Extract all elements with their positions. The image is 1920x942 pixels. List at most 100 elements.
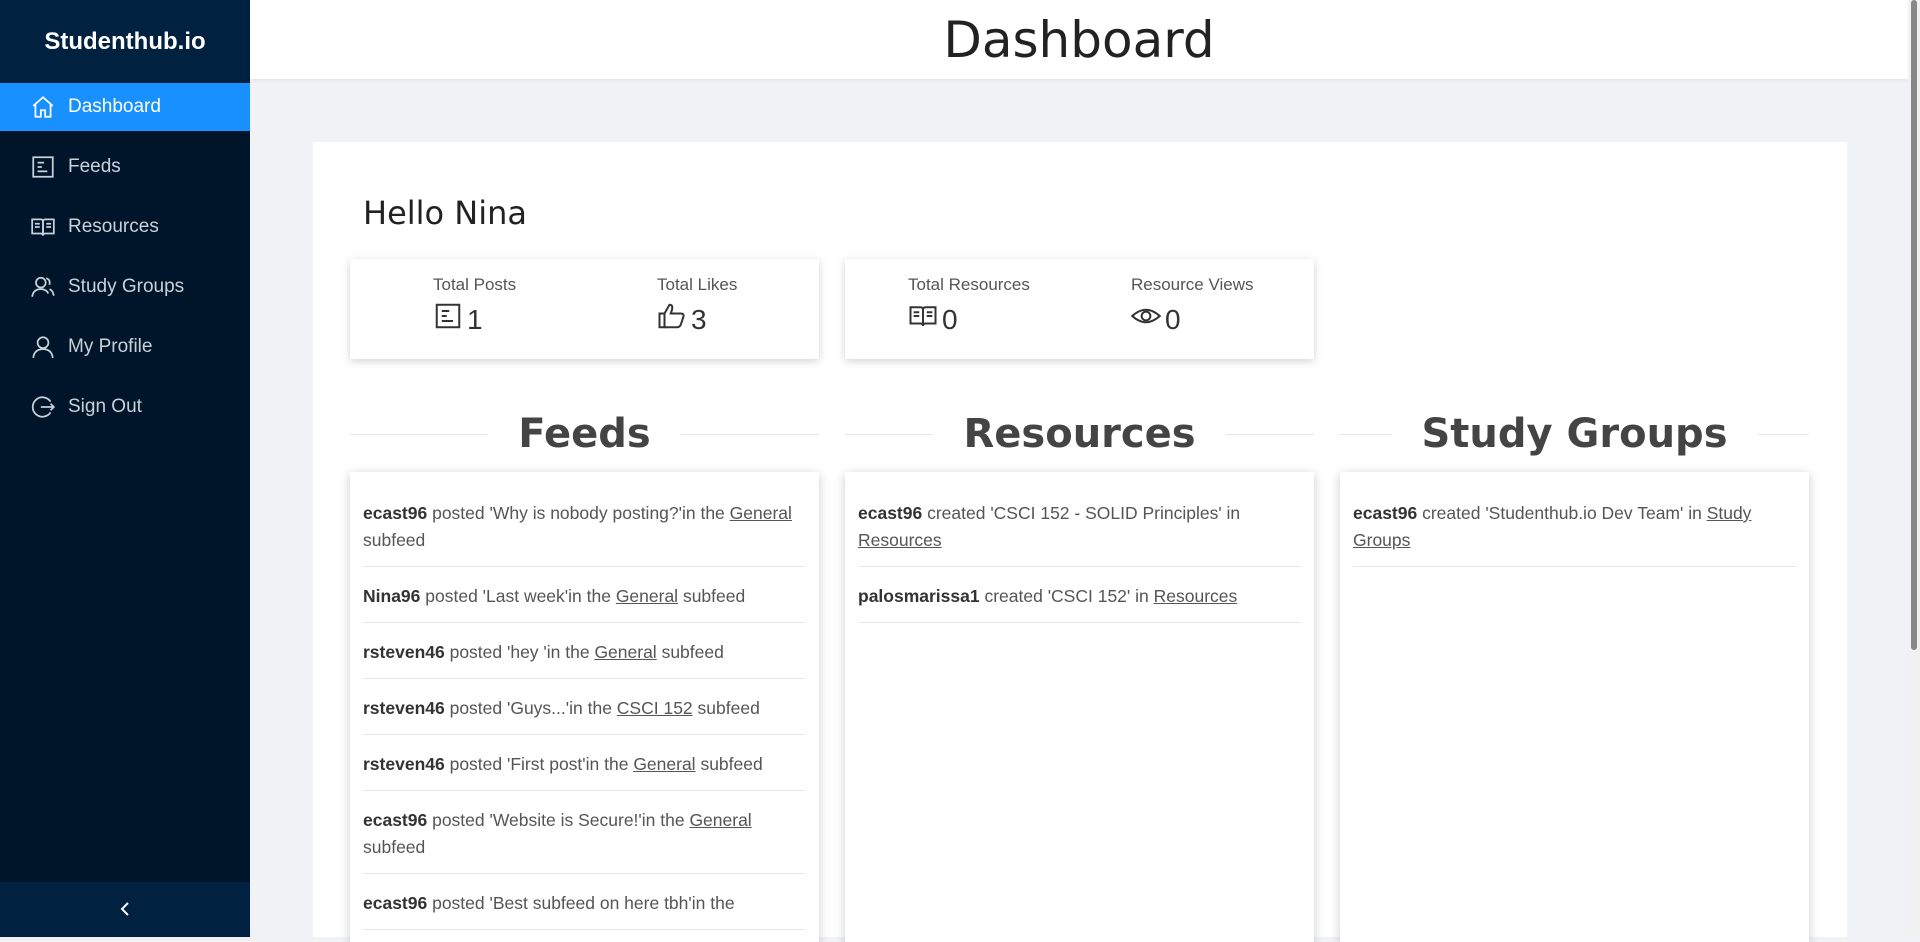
- list-item-text: posted 'hey 'in the: [444, 642, 595, 662]
- list-item-user: rsteven46: [363, 754, 445, 774]
- list-item: ecast96 posted 'Best subfeed on here tbh…: [363, 874, 806, 930]
- total-likes-label: Total Likes: [657, 275, 738, 294]
- list-item: palosmarissa1 created 'CSCI 152' in Reso…: [858, 567, 1301, 623]
- list-item: rsteven46 posted 'hey 'in the General su…: [363, 623, 806, 679]
- sidebar-item-resources[interactable]: Resources: [0, 203, 250, 251]
- resource-views-stat: Resource Views 0: [1130, 275, 1254, 338]
- list-item-link[interactable]: Resources: [1154, 586, 1238, 606]
- list-item: Nina96 posted 'Last week'in the General …: [363, 567, 806, 623]
- study-groups-section-title: Study Groups: [1340, 404, 1809, 464]
- dashboard-content: Hello Nina Total Posts 1 Total Likes 3 T…: [313, 142, 1847, 942]
- home-icon: [30, 94, 56, 120]
- sidebar-collapse-button[interactable]: [0, 882, 250, 937]
- resource-stats-card: Total Resources 0 Resource Views 0: [845, 259, 1314, 359]
- list-item-link[interactable]: Resources: [858, 530, 942, 550]
- total-likes-stat: Total Likes 3: [657, 275, 737, 338]
- greeting: Hello Nina: [363, 194, 527, 232]
- sidebar-item-label: Resources: [68, 216, 159, 237]
- sidebar-item-label: Study Groups: [68, 276, 185, 297]
- book-icon: [908, 301, 942, 338]
- list-item-user: ecast96: [1353, 503, 1418, 523]
- user-icon: [30, 334, 56, 360]
- total-posts-stat: Total Posts 1: [433, 275, 516, 338]
- list-item-suffix: subfeed: [695, 754, 763, 774]
- book-icon: [30, 214, 56, 240]
- list-item-text: created 'CSCI 152' in: [979, 586, 1154, 606]
- sidebar: Studenthub.io Dashboard Feeds Resources …: [0, 0, 250, 937]
- sidebar-menu: Dashboard Feeds Resources Study Groups M…: [0, 83, 250, 431]
- list-item: ecast96 posted 'Why is nobody posting?'i…: [363, 484, 806, 567]
- list-item-text: posted 'Best subfeed on here tbh'in the: [427, 893, 735, 913]
- list-item-user: palosmarissa1: [858, 586, 980, 606]
- total-resources-label: Total Resources: [908, 275, 1030, 294]
- list-item-suffix: subfeed: [363, 530, 426, 550]
- study-groups-list-card: ecast96 created 'Studenthub.io Dev Team'…: [1340, 472, 1809, 942]
- list-item: rsteven46 posted 'Guys...'in the CSCI 15…: [363, 679, 806, 735]
- total-resources-value: 0: [942, 303, 958, 335]
- sidebar-item-dashboard[interactable]: Dashboard: [0, 83, 250, 131]
- sidebar-item-label: Sign Out: [68, 396, 142, 417]
- sidebar-item-label: My Profile: [68, 336, 153, 357]
- list-item-suffix: subfeed: [678, 586, 746, 606]
- list-item-suffix: subfeed: [692, 698, 760, 718]
- list-item-link[interactable]: General: [689, 810, 751, 830]
- resources-list-card: ecast96 created 'CSCI 152 - SOLID Princi…: [845, 472, 1314, 942]
- list-item-user: ecast96: [858, 503, 923, 523]
- logout-icon: [30, 394, 56, 420]
- total-resources-stat: Total Resources 0: [908, 275, 1030, 338]
- list-item-link[interactable]: CSCI 152: [617, 698, 693, 718]
- list-item-link[interactable]: General: [616, 586, 678, 606]
- list-item-link[interactable]: General: [633, 754, 695, 774]
- study-groups-list: ecast96 created 'Studenthub.io Dev Team'…: [1340, 472, 1809, 567]
- total-posts-label: Total Posts: [433, 275, 517, 294]
- study-groups-heading: Study Groups: [1421, 411, 1728, 457]
- list-item-text: posted 'Guys...'in the: [444, 698, 617, 718]
- list-item-user: rsteven46: [363, 642, 445, 662]
- resources-list: ecast96 created 'CSCI 152 - SOLID Princi…: [845, 472, 1314, 623]
- list-item-user: rsteven46: [363, 698, 445, 718]
- list-item: rsteven46 posted 'First post'in the Gene…: [363, 735, 806, 791]
- list-item-user: ecast96: [363, 893, 428, 913]
- feeds-heading: Feeds: [518, 411, 651, 457]
- brand-logo[interactable]: Studenthub.io: [0, 0, 250, 83]
- sidebar-item-my-profile[interactable]: My Profile: [0, 323, 250, 371]
- list-item-text: posted 'Why is nobody posting?'in the: [427, 503, 730, 523]
- sidebar-item-label: Feeds: [68, 156, 121, 177]
- feeds-section-title: Feeds: [350, 404, 819, 464]
- list-item-text: posted 'Last week'in the: [420, 586, 616, 606]
- list-item-link[interactable]: General: [594, 642, 656, 662]
- list-item: ecast96 posted 'Website is Secure!'in th…: [363, 791, 806, 874]
- list-item-text: posted 'First post'in the: [444, 754, 634, 774]
- feeds-list-card: ecast96 posted 'Why is nobody posting?'i…: [350, 472, 819, 942]
- feeds-list: ecast96 posted 'Why is nobody posting?'i…: [350, 472, 819, 930]
- resource-views-value: 0: [1165, 303, 1181, 335]
- page-header: Dashboard: [250, 0, 1908, 79]
- list-item-suffix: subfeed: [363, 837, 426, 857]
- scrollbar-thumb[interactable]: [1911, 0, 1917, 650]
- list-item-suffix: subfeed: [656, 642, 724, 662]
- resource-views-label: Resource Views: [1131, 275, 1254, 294]
- total-likes-value: 3: [691, 303, 707, 335]
- eye-icon: [1130, 301, 1165, 338]
- page-title: Dashboard: [943, 10, 1215, 69]
- sidebar-item-study-groups[interactable]: Study Groups: [0, 263, 250, 311]
- list-item-text: created 'Studenthub.io Dev Team' in: [1417, 503, 1707, 523]
- feed-icon: [433, 301, 467, 338]
- group-icon: [30, 274, 56, 300]
- list-item: ecast96 created 'Studenthub.io Dev Team'…: [1353, 484, 1796, 567]
- list-item-link[interactable]: General: [730, 503, 792, 523]
- resources-section-title: Resources: [845, 404, 1315, 464]
- feed-icon: [30, 154, 56, 180]
- resources-heading: Resources: [963, 411, 1196, 457]
- thumbs-up-icon: [657, 301, 691, 338]
- list-item-user: ecast96: [363, 810, 428, 830]
- sidebar-item-feeds[interactable]: Feeds: [0, 143, 250, 191]
- total-posts-value: 1: [467, 303, 483, 335]
- chevron-left-icon: [117, 897, 133, 923]
- list-item-user: ecast96: [363, 503, 428, 523]
- list-item: ecast96 created 'CSCI 152 - SOLID Princi…: [858, 484, 1301, 567]
- page-scrollbar[interactable]: [1908, 0, 1920, 937]
- post-stats-card: Total Posts 1 Total Likes 3: [350, 259, 819, 359]
- list-item-text: posted 'Website is Secure!'in the: [427, 810, 690, 830]
- sidebar-item-sign-out[interactable]: Sign Out: [0, 383, 250, 431]
